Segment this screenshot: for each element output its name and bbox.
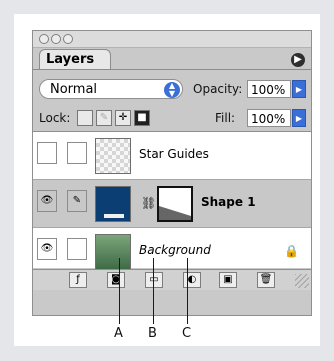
close-window-button[interactable] (39, 34, 49, 44)
link-cell-background[interactable] (67, 238, 87, 260)
lock-all-icon[interactable]: ■ (134, 110, 150, 126)
titlebar (33, 31, 311, 48)
opacity-slider-button[interactable]: ▶ (292, 80, 306, 98)
callout-line-b (153, 258, 154, 324)
select-arrows-icon: ▲ ▼ (164, 82, 180, 98)
mask-shape-icon (159, 206, 191, 220)
opacity-label: Opacity: (193, 82, 243, 96)
layers-tab[interactable]: Layers (39, 49, 111, 69)
layer-thumbnail-star-guides[interactable] (95, 138, 131, 174)
visibility-toggle-star-guides[interactable] (37, 142, 57, 164)
layer-style-icon[interactable]: ƒ (69, 272, 87, 288)
callout-label-b: B (148, 326, 157, 341)
lock-transparency-icon[interactable] (77, 110, 93, 126)
callout-label-c: C (182, 326, 192, 341)
lock-brush-icon[interactable]: ✎ (96, 110, 112, 126)
layer-name[interactable]: Shape 1 (201, 195, 256, 209)
layers-list: Star Guides 👁 ✎ ⛓ Shape 1 👁 Background 🔒 (33, 131, 311, 270)
fill-field[interactable]: 100% (247, 109, 291, 127)
mask-icon[interactable]: ◙ (107, 272, 125, 288)
eye-icon[interactable]: 👁 (37, 190, 57, 212)
layer-thumbnail-background[interactable] (95, 234, 131, 270)
layer-row-star-guides[interactable]: Star Guides (33, 132, 311, 180)
fill-slider-button[interactable]: ▶ (292, 109, 306, 127)
opacity-field[interactable]: 100% (247, 80, 291, 98)
vector-mask-thumbnail[interactable] (157, 186, 193, 222)
blend-mode-select[interactable]: Normal ▲ ▼ (39, 79, 183, 99)
callout-label-a: A (114, 326, 123, 341)
lock-label: Lock: (39, 111, 71, 125)
resize-grip[interactable] (295, 274, 309, 288)
layer-name[interactable]: Star Guides (139, 147, 209, 161)
layer-name[interactable]: Background (139, 243, 211, 257)
layers-panel: Layers ▶ Normal ▲ ▼ Opacity: 100% ▶ Lock:… (32, 30, 312, 316)
chain-link-icon[interactable]: ⛓ (141, 196, 156, 210)
panel-menu-button[interactable]: ▶ (291, 53, 305, 67)
lock-icon: 🔒 (284, 244, 299, 258)
new-layer-icon[interactable]: ▣ (219, 272, 237, 288)
link-cell-star-guides[interactable] (67, 142, 87, 164)
minimize-window-button[interactable] (51, 34, 61, 44)
adjustment-layer-icon[interactable]: ◐ (183, 272, 201, 288)
eye-icon[interactable]: 👁 (37, 238, 57, 260)
zoom-window-button[interactable] (63, 34, 73, 44)
tab-divider (33, 69, 311, 70)
layer-clip-indicator (104, 214, 124, 218)
new-group-icon[interactable]: ▭ (145, 272, 163, 288)
callout-line-c (187, 258, 188, 324)
layers-bottom-toolbar: ƒ ◙ ▭ ◐ ▣ 🗑 (33, 269, 311, 290)
callout-line-a (119, 258, 120, 324)
shape-thumbnail[interactable] (95, 186, 131, 222)
fill-label: Fill: (215, 111, 236, 125)
blend-mode-label: Normal (50, 82, 98, 97)
brush-icon[interactable]: ✎ (67, 190, 87, 212)
trash-icon[interactable]: 🗑 (257, 272, 275, 288)
lock-move-icon[interactable]: ✛ (115, 110, 131, 126)
layer-row-shape-1[interactable]: 👁 ✎ ⛓ Shape 1 (33, 180, 311, 228)
